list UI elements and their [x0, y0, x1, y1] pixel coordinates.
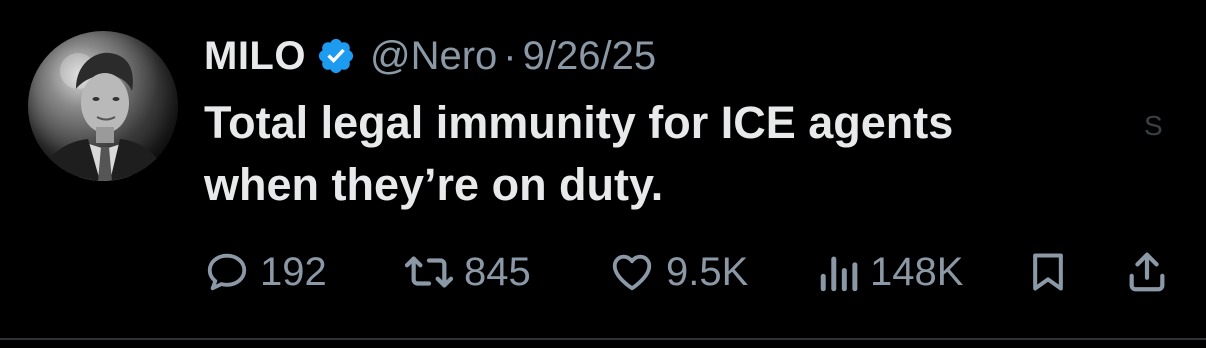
header-separator: · [503, 33, 517, 78]
author-name[interactable]: MILO [204, 34, 306, 79]
retweet-button[interactable]: 845 [404, 244, 531, 300]
bookmark-button[interactable] [1026, 244, 1070, 300]
avatar[interactable] [28, 31, 178, 181]
share-button[interactable] [1124, 244, 1170, 300]
like-count: 9.5K [666, 249, 749, 294]
views-count: 148K [870, 249, 964, 294]
like-button[interactable]: 9.5K [608, 244, 748, 300]
avatar-portrait [38, 52, 168, 181]
retweet-icon [404, 249, 454, 295]
retweet-count: 845 [464, 249, 531, 294]
bookmark-icon [1026, 249, 1070, 295]
share-icon [1124, 249, 1170, 295]
tweet-card[interactable]: MILO @Nero · 9/26/25 Total legal immunit… [0, 0, 1206, 348]
reply-count: 192 [260, 249, 327, 294]
reply-button[interactable]: 192 [204, 244, 327, 300]
views-button[interactable]: 148K [816, 244, 963, 300]
author-handle[interactable]: @Nero [370, 34, 497, 79]
heart-icon [608, 249, 656, 295]
tweet-text-line: Total legal immunity for ICE agents [204, 97, 954, 148]
views-icon [816, 249, 860, 295]
reply-icon [204, 249, 250, 295]
tweet-header: MILO @Nero · 9/26/25 [204, 28, 656, 84]
side-fragment-text: S [1144, 110, 1163, 141]
action-bar: 192 845 9.5K 148K [204, 244, 1184, 300]
divider [0, 338, 1206, 340]
post-date[interactable]: 9/26/25 [523, 34, 656, 79]
tweet-text-line: when they’re on duty. [204, 159, 664, 210]
tweet-text: Total legal immunity for ICE agents when… [204, 92, 1084, 216]
verified-badge-icon [316, 36, 356, 76]
